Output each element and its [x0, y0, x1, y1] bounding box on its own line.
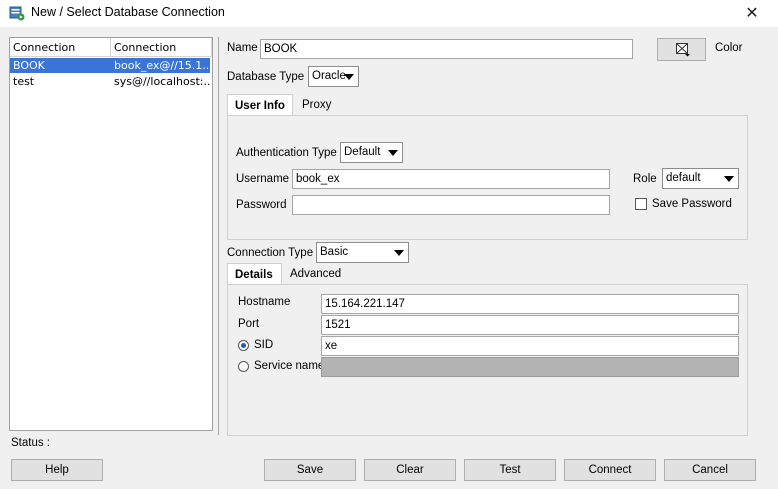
connection-type-value: Basic [320, 246, 349, 258]
role-value: default [666, 172, 701, 184]
color-label: Color [715, 42, 743, 54]
password-field[interactable] [292, 195, 610, 215]
name-label: Name [227, 42, 258, 54]
connection-type-select[interactable]: Basic [316, 242, 409, 263]
save-button[interactable]: Save [264, 459, 356, 481]
connection-row-test[interactable]: test sys@//localhost:... [10, 74, 210, 89]
close-icon[interactable]: ✕ [740, 2, 764, 24]
username-label: Username [236, 173, 290, 185]
connection-details-cell: sys@//localhost:... [114, 75, 210, 88]
save-password-checkbox[interactable] [635, 198, 647, 210]
column-header-connection-name[interactable]: Connection Name [10, 38, 111, 73]
connection-details-cell: book_ex@//15.1... [114, 59, 210, 72]
port-field[interactable]: 1521 [321, 315, 739, 335]
clear-button[interactable]: Clear [364, 459, 456, 481]
authentication-type-select[interactable]: Default [340, 142, 403, 163]
color-picker-icon [676, 43, 690, 57]
connection-name-cell: test [13, 75, 35, 88]
sid-field[interactable]: xe [321, 336, 739, 356]
window-title: New / Select Database Connection [31, 5, 225, 19]
connect-button[interactable]: Connect [564, 459, 656, 481]
chevron-down-icon [344, 74, 354, 80]
cancel-button[interactable]: Cancel [664, 459, 756, 481]
service-name-label: Service name [254, 360, 325, 372]
database-type-select[interactable]: Oracle [308, 66, 359, 87]
test-button[interactable]: Test [464, 459, 556, 481]
connection-type-label: Connection Type [227, 247, 314, 259]
username-field[interactable]: book_ex [292, 169, 610, 189]
tab-advanced[interactable]: Advanced [283, 263, 345, 285]
chevron-down-icon [394, 250, 404, 256]
connections-list[interactable]: Connection Name Connection Details BOOK … [9, 37, 213, 431]
color-picker-button[interactable] [657, 38, 706, 61]
database-type-value: Oracle [312, 70, 346, 82]
port-label: Port [238, 318, 260, 330]
sid-radio[interactable] [238, 340, 249, 351]
authentication-type-label: Authentication Type [236, 147, 337, 159]
help-button[interactable]: Help [11, 459, 103, 481]
database-connect-icon [9, 6, 25, 21]
title-bar: New / Select Database Connection ✕ [0, 0, 778, 27]
role-label: Role [633, 173, 657, 185]
connection-name-cell: BOOK [13, 59, 45, 72]
connection-row-book[interactable]: BOOK book_ex@//15.1... [10, 58, 210, 73]
service-name-radio[interactable] [238, 361, 249, 372]
password-label: Password [236, 199, 287, 211]
service-name-field [321, 357, 739, 377]
tab-proxy-user[interactable]: Proxy User [295, 94, 365, 133]
save-password-label: Save Password [652, 198, 732, 210]
sid-label: SID [254, 339, 274, 351]
chevron-down-icon [388, 150, 398, 156]
tab-user-info[interactable]: User Info [227, 94, 293, 116]
status-label: Status : [11, 437, 50, 449]
database-type-label: Database Type [227, 71, 305, 83]
split-divider[interactable] [218, 37, 219, 435]
tab-details[interactable]: Details [227, 263, 282, 285]
name-field[interactable]: BOOK [260, 39, 633, 59]
hostname-field[interactable]: 15.164.221.147 [321, 294, 739, 314]
role-select[interactable]: default [662, 168, 739, 189]
chevron-down-icon [724, 176, 734, 182]
hostname-label: Hostname [238, 296, 291, 308]
column-header-connection-details[interactable]: Connection Details [111, 38, 212, 73]
authentication-type-value: Default [344, 146, 381, 158]
